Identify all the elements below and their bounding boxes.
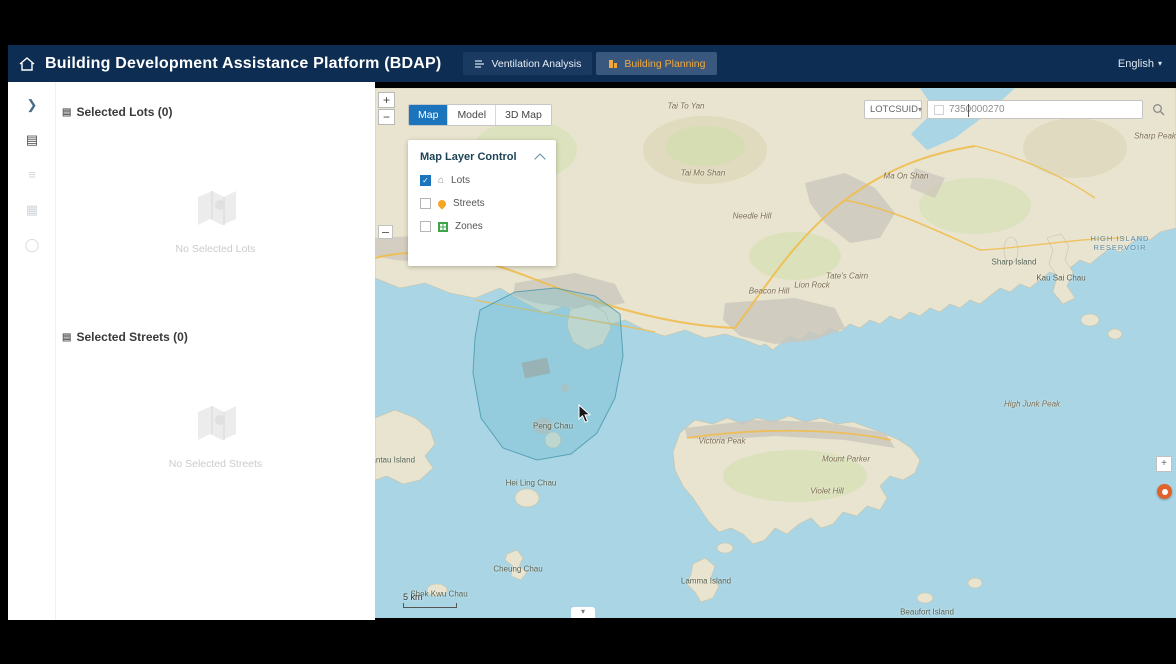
layer-control-title: Map Layer Control <box>420 151 517 163</box>
sidebar-icon-rail: ❯ ▤ ≡ ▦ ◯ <box>8 82 56 620</box>
search-input[interactable] <box>949 104 1136 115</box>
map-tool-button[interactable]: + <box>1156 456 1172 472</box>
selected-streets-heading: ▤ Selected Streets (0) <box>62 330 188 344</box>
lots-checkbox[interactable]: ✓ <box>420 175 431 186</box>
selected-streets-title: Selected Streets (0) <box>76 330 187 344</box>
building-icon <box>607 58 618 69</box>
language-selector[interactable]: English ▾ <box>1118 58 1162 70</box>
layer-row-lots: ✓ ⌂ Lots <box>420 175 544 186</box>
language-label: English <box>1118 58 1154 70</box>
search-icon <box>1152 103 1165 116</box>
chevron-down-icon: ▾ <box>1158 60 1162 68</box>
empty-illustration <box>190 185 242 231</box>
selected-zone-polygon[interactable] <box>473 288 623 460</box>
document-icon: ▤ <box>62 107 71 118</box>
tools-icon[interactable]: ▦ <box>8 202 56 218</box>
search-field-select[interactable]: LOTCSUID ▾ <box>864 100 922 119</box>
empty-illustration <box>190 400 242 446</box>
tab-ventilation-analysis[interactable]: Ventilation Analysis <box>463 52 592 75</box>
panel-collapse-button[interactable] <box>378 225 393 239</box>
scale-bar: 5 km <box>403 592 457 608</box>
selected-lots-heading: ▤ Selected Lots (0) <box>62 105 172 119</box>
view-tab-3d-map[interactable]: 3D Map <box>496 105 551 125</box>
app-header: Building Development Assistance Platform… <box>8 45 1176 82</box>
layers-icon[interactable]: ≡ <box>8 167 56 182</box>
layer-row-streets: Streets <box>420 198 544 209</box>
search-input-wrap <box>927 100 1143 119</box>
text-caret <box>968 104 969 117</box>
screen: Building Development Assistance Platform… <box>0 0 1176 664</box>
search-field-value: LOTCSUID <box>870 104 918 115</box>
map-search-bar: LOTCSUID ▾ <box>864 100 1168 119</box>
streets-empty-state: No Selected Streets <box>56 400 375 470</box>
tab-building-planning[interactable]: Building Planning <box>596 52 716 75</box>
content-area: ❯ ▤ ≡ ▦ ◯ ▤ Selected Lots (0) No Selecte… <box>8 82 1176 620</box>
lots-empty-state: No Selected Lots <box>56 185 375 255</box>
settings-icon[interactable]: ◯ <box>8 237 56 253</box>
grid-icon <box>438 222 448 232</box>
tab-label: Building Planning <box>624 58 705 70</box>
chevron-up-icon[interactable] <box>534 153 545 164</box>
home-icon[interactable] <box>18 55 36 73</box>
view-tab-model[interactable]: Model <box>448 105 496 125</box>
header-tab-bar: Ventilation Analysis Building Planning <box>463 52 716 75</box>
layer-label: Lots <box>451 175 470 186</box>
map-viewport[interactable]: Tai To YanTai Mo ShanMa On ShanNeedle Hi… <box>375 88 1176 618</box>
layer-row-zones: Zones <box>420 221 544 232</box>
map-view-tabs: Map Model 3D Map <box>408 104 552 126</box>
ventilation-icon <box>474 58 485 69</box>
scale-label: 5 km <box>403 592 457 602</box>
zoom-out-button[interactable]: − <box>378 109 395 125</box>
selection-panel: ▤ Selected Lots (0) No Selected Lots ▤ S… <box>56 82 375 620</box>
zones-checkbox[interactable] <box>420 221 431 232</box>
input-prefix-icon <box>934 105 944 115</box>
lots-empty-text: No Selected Lots <box>176 243 256 255</box>
lot-icon: ⌂ <box>438 176 444 186</box>
bottom-collapse-button[interactable]: ▾ <box>571 607 595 618</box>
tab-label: Ventilation Analysis <box>491 58 581 70</box>
page-title: Building Development Assistance Platform… <box>45 55 441 73</box>
layer-label: Streets <box>453 198 485 209</box>
document-icon: ▤ <box>62 332 71 343</box>
lots-document-icon[interactable]: ▤ <box>8 132 56 148</box>
layer-label: Zones <box>455 221 483 232</box>
zoom-in-button[interactable]: + <box>378 92 395 108</box>
locate-button[interactable] <box>1157 484 1172 499</box>
expand-chevron-icon[interactable]: ❯ <box>8 97 56 113</box>
search-button[interactable] <box>1148 100 1168 119</box>
chevron-down-icon: ▾ <box>918 106 922 114</box>
view-tab-map[interactable]: Map <box>409 105 448 125</box>
pin-icon <box>436 198 447 209</box>
map-layer-control: Map Layer Control ✓ ⌂ Lots Streets Zones <box>408 140 556 266</box>
streets-checkbox[interactable] <box>420 198 431 209</box>
selected-lots-title: Selected Lots (0) <box>76 105 172 119</box>
streets-empty-text: No Selected Streets <box>169 458 262 470</box>
scale-line <box>403 603 457 608</box>
